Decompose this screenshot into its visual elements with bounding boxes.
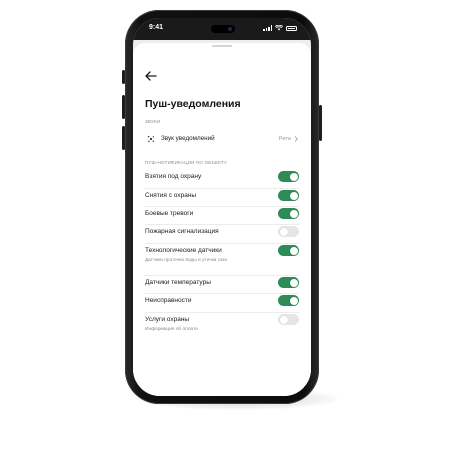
toggle-knob (289, 172, 298, 181)
sheet-grabber[interactable] (212, 45, 232, 47)
toggle-row-label: Взятия под охрану (145, 173, 202, 180)
toggle-row[interactable]: Неисправности (145, 295, 299, 313)
notification-sound-value: Рита (278, 135, 291, 142)
camera-icon (228, 27, 232, 31)
toggle-knob (279, 227, 288, 236)
phone-screen: 9:41 Пуш-уведомления ЗВУКИ Звук уведомле… (133, 18, 311, 396)
toggle-knob (279, 315, 288, 324)
toggle-switch[interactable] (278, 171, 299, 182)
power-button (319, 105, 322, 141)
toggle-knob (289, 246, 298, 255)
toggle-row-label: Снятия с охраны (145, 192, 197, 199)
toggle-knob (289, 296, 298, 305)
signal-icon (263, 25, 272, 31)
row-divider (145, 243, 299, 244)
toggle-row[interactable]: Снятия с охраны (145, 190, 299, 208)
status-bar: 9:41 (133, 18, 311, 40)
toggle-switch[interactable] (278, 208, 299, 219)
toggle-row[interactable]: Услуги охраны Информация об оплате (145, 314, 299, 342)
section-label-sounds: ЗВУКИ (145, 119, 161, 124)
toggle-row-label: Неисправности (145, 297, 192, 304)
status-time: 9:41 (149, 24, 164, 31)
section-label-object-notifications: ПУШ-НОТИФИКАЦИИ ПО ОБЪЕКТУ (145, 160, 228, 165)
toggle-row[interactable]: Пожарная сигнализация (145, 226, 299, 244)
toggle-row[interactable]: Технологические датчики Датчики протечки … (145, 245, 299, 276)
toggle-row-label: Услуги охраны (145, 316, 190, 323)
toggle-row-label: Технологические датчики (145, 247, 222, 254)
notification-sound-label: Звук уведомлений (161, 135, 215, 142)
toggle-switch[interactable] (278, 245, 299, 256)
toggle-row[interactable]: Датчики температуры (145, 277, 299, 295)
toggle-knob (289, 278, 298, 287)
dynamic-island (211, 25, 235, 33)
toggle-row-subtitle: Информация об оплате (145, 327, 198, 332)
status-icons (263, 25, 297, 31)
row-divider (145, 293, 299, 294)
toggle-row[interactable]: Взятия под охрану (145, 171, 299, 189)
row-divider (145, 312, 299, 313)
toggle-knob (289, 209, 298, 218)
back-arrow-icon[interactable] (145, 71, 157, 81)
toggle-switch[interactable] (278, 190, 299, 201)
toggle-switch[interactable] (278, 226, 299, 237)
toggle-switch[interactable] (278, 277, 299, 288)
toggle-row-label: Датчики температуры (145, 279, 211, 286)
toggle-knob (289, 191, 298, 200)
wifi-icon (275, 25, 283, 31)
toggle-switch[interactable] (278, 295, 299, 306)
toggle-switch[interactable] (278, 314, 299, 325)
battery-icon (286, 25, 297, 31)
settings-sheet: Пуш-уведомления ЗВУКИ Звук уведомлений Р… (133, 43, 311, 396)
toggle-row-label: Пожарная сигнализация (145, 228, 219, 235)
row-divider (145, 206, 299, 207)
notification-sound-row[interactable]: Звук уведомлений Рита (143, 128, 301, 150)
row-divider (145, 224, 299, 225)
sound-settings-icon (147, 135, 155, 143)
row-divider (145, 188, 299, 189)
toggle-row[interactable]: Боевые тревоги (145, 208, 299, 226)
page-title: Пуш-уведомления (145, 98, 241, 110)
toggle-row-label: Боевые тревоги (145, 210, 194, 217)
row-divider (145, 275, 299, 276)
toggle-row-subtitle: Датчики протечки воды и утечки газа (145, 258, 227, 263)
chevron-right-icon (294, 136, 298, 142)
